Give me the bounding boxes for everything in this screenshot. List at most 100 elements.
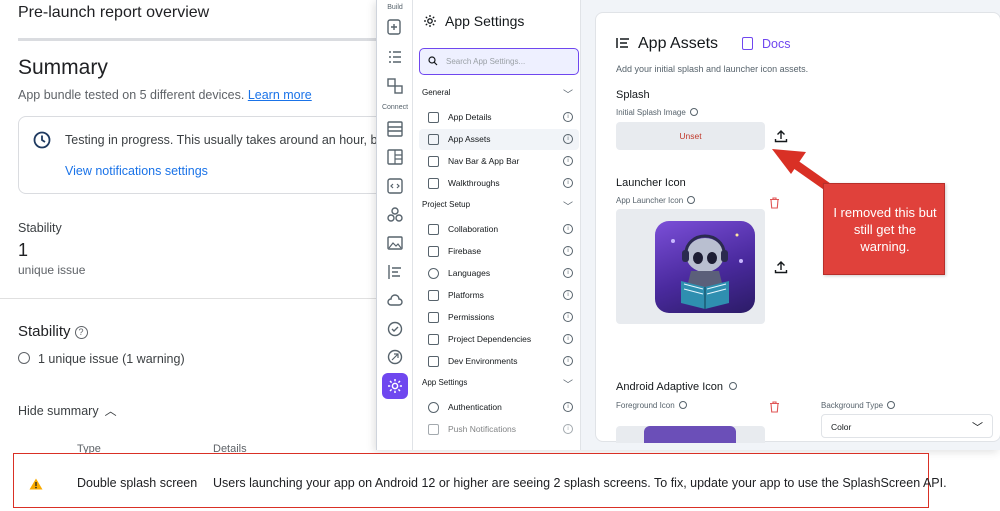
- launcher-icon-dropzone[interactable]: [616, 209, 765, 324]
- launcher-icon-label: App Launcher Icon: [616, 196, 696, 205]
- summary-text: App bundle tested on 5 different devices…: [18, 88, 245, 102]
- trash-icon[interactable]: [769, 197, 780, 209]
- annotation-text: I removed this but still get the warning…: [833, 205, 937, 254]
- info-icon[interactable]: i: [563, 112, 573, 122]
- list-icon[interactable]: [386, 48, 404, 66]
- app-assets-title: App Assets: [616, 35, 718, 53]
- integrations-icon[interactable]: [386, 206, 404, 224]
- chevron-down-icon: ﹀: [563, 202, 573, 213]
- settings-item-dev-environments[interactable]: Dev Environments i: [419, 351, 579, 372]
- app-settings-panel: App Settings Search App Settings... Gene…: [413, 0, 581, 450]
- settings-item-label: App Assets: [448, 134, 491, 144]
- person-icon: [428, 402, 439, 413]
- issue-type: Double splash screen: [77, 476, 198, 490]
- section-general-label: General: [422, 88, 451, 97]
- theme-icon[interactable]: [386, 263, 404, 281]
- section-project-setup[interactable]: Project Setup ﹀: [422, 200, 577, 213]
- settings-item-app-details[interactable]: App Details i: [419, 107, 579, 128]
- settings-search-input[interactable]: Search App Settings...: [419, 48, 579, 75]
- summary-subtitle: App bundle tested on 5 different devices…: [18, 88, 312, 102]
- storyboard-icon[interactable]: [386, 120, 404, 138]
- devices-icon: [428, 290, 439, 301]
- upload-icon[interactable]: [774, 260, 788, 274]
- info-icon[interactable]: i: [563, 424, 573, 434]
- settings-item-label: Walkthroughs: [448, 178, 500, 188]
- info-icon[interactable]: [687, 196, 696, 204]
- settings-item-label: Collaboration: [448, 224, 499, 234]
- annotation-callout: I removed this but still get the warning…: [823, 183, 945, 275]
- settings-item-nav-bar[interactable]: Nav Bar & App Bar i: [419, 151, 579, 172]
- info-icon[interactable]: [729, 382, 738, 390]
- stability-unit: unique issue: [18, 263, 86, 277]
- learn-more-link[interactable]: Learn more: [248, 88, 312, 102]
- docs-link[interactable]: Docs: [742, 37, 790, 51]
- summary-heading: Summary: [18, 56, 108, 79]
- splash-image-unset[interactable]: Unset: [616, 122, 765, 150]
- agent-icon[interactable]: [386, 348, 404, 366]
- key-icon: [428, 312, 439, 323]
- info-icon[interactable]: [678, 401, 687, 409]
- section-project-setup-label: Project Setup: [422, 200, 471, 209]
- info-icon[interactable]: i: [563, 224, 573, 234]
- chevron-down-icon: ﹀: [563, 380, 573, 391]
- check-icon[interactable]: [386, 320, 404, 338]
- page-layout-icon[interactable]: [386, 148, 404, 166]
- info-icon[interactable]: i: [563, 356, 573, 366]
- rail-connect-label: Connect: [381, 104, 409, 111]
- info-icon[interactable]: i: [563, 290, 573, 300]
- settings-item-languages[interactable]: Languages i: [419, 263, 579, 284]
- app-settings-header: App Settings: [423, 13, 524, 29]
- settings-item-label: App Details: [448, 112, 492, 122]
- foreground-icon-label-text: Foreground Icon: [616, 401, 675, 410]
- settings-item-walkthroughs[interactable]: Walkthroughs i: [419, 173, 579, 194]
- settings-item-project-dependencies[interactable]: Project Dependencies i: [419, 329, 579, 350]
- gear-icon: [428, 112, 439, 123]
- upload-icon[interactable]: [774, 129, 788, 143]
- app-launcher-icon-image: [655, 221, 755, 313]
- info-icon[interactable]: i: [563, 334, 573, 344]
- navbar-icon: [428, 156, 439, 167]
- stability-heading-text: Stability: [18, 323, 71, 340]
- widget-tree-icon[interactable]: [386, 77, 404, 95]
- notifications-settings-link[interactable]: View notifications settings: [65, 164, 208, 178]
- nav-rail: Build Connect: [377, 0, 413, 450]
- firebase-icon: [428, 246, 439, 257]
- section-general[interactable]: General ﹀: [422, 88, 577, 101]
- info-icon[interactable]: i: [563, 268, 573, 278]
- info-icon[interactable]: [689, 108, 698, 116]
- info-icon[interactable]: i: [563, 246, 573, 256]
- settings-item-label: Project Dependencies: [448, 334, 532, 344]
- help-icon[interactable]: ?: [74, 326, 88, 339]
- media-icon[interactable]: [386, 234, 404, 252]
- info-icon[interactable]: i: [563, 178, 573, 188]
- stability-issue-summary: 1 unique issue (1 warning): [18, 352, 185, 366]
- settings-item-permissions[interactable]: Permissions i: [419, 307, 579, 328]
- background-type-value: Color: [831, 422, 852, 432]
- settings-item-platforms[interactable]: Platforms i: [419, 285, 579, 306]
- info-icon[interactable]: i: [563, 134, 573, 144]
- trash-icon[interactable]: [769, 401, 780, 413]
- section-app-settings[interactable]: App Settings ﹀: [422, 378, 577, 391]
- info-icon[interactable]: [887, 401, 896, 409]
- add-page-icon[interactable]: [386, 18, 404, 36]
- cloud-icon[interactable]: [386, 291, 404, 309]
- info-icon[interactable]: i: [563, 402, 573, 412]
- wrench-icon: [428, 356, 439, 367]
- settings-item-authentication[interactable]: Authentication i: [419, 397, 579, 418]
- adaptive-icon-heading-text: Android Adaptive Icon: [616, 381, 724, 393]
- foreground-icon-dropzone[interactable]: [616, 426, 765, 443]
- settings-item-collaboration[interactable]: Collaboration i: [419, 219, 579, 240]
- hide-summary-toggle[interactable]: Hide summary ︿: [18, 402, 117, 419]
- warning-icon: [29, 478, 43, 490]
- settings-item-app-assets[interactable]: App Assets i: [419, 129, 579, 150]
- foreground-icon-label: Foreground Icon: [616, 401, 687, 410]
- info-icon[interactable]: i: [563, 156, 573, 166]
- stability-section-heading: Stability?: [18, 323, 88, 340]
- code-icon[interactable]: [386, 177, 404, 195]
- settings-item-push-notifications[interactable]: Push Notifications i: [419, 419, 579, 440]
- adaptive-icon-heading: Android Adaptive Icon: [616, 381, 738, 393]
- settings-item-firebase[interactable]: Firebase i: [419, 241, 579, 262]
- background-type-select[interactable]: Color ﹀: [821, 414, 993, 438]
- issue-row-double-splash[interactable]: Double splash screen Users launching you…: [13, 453, 947, 508]
- info-icon[interactable]: i: [563, 312, 573, 322]
